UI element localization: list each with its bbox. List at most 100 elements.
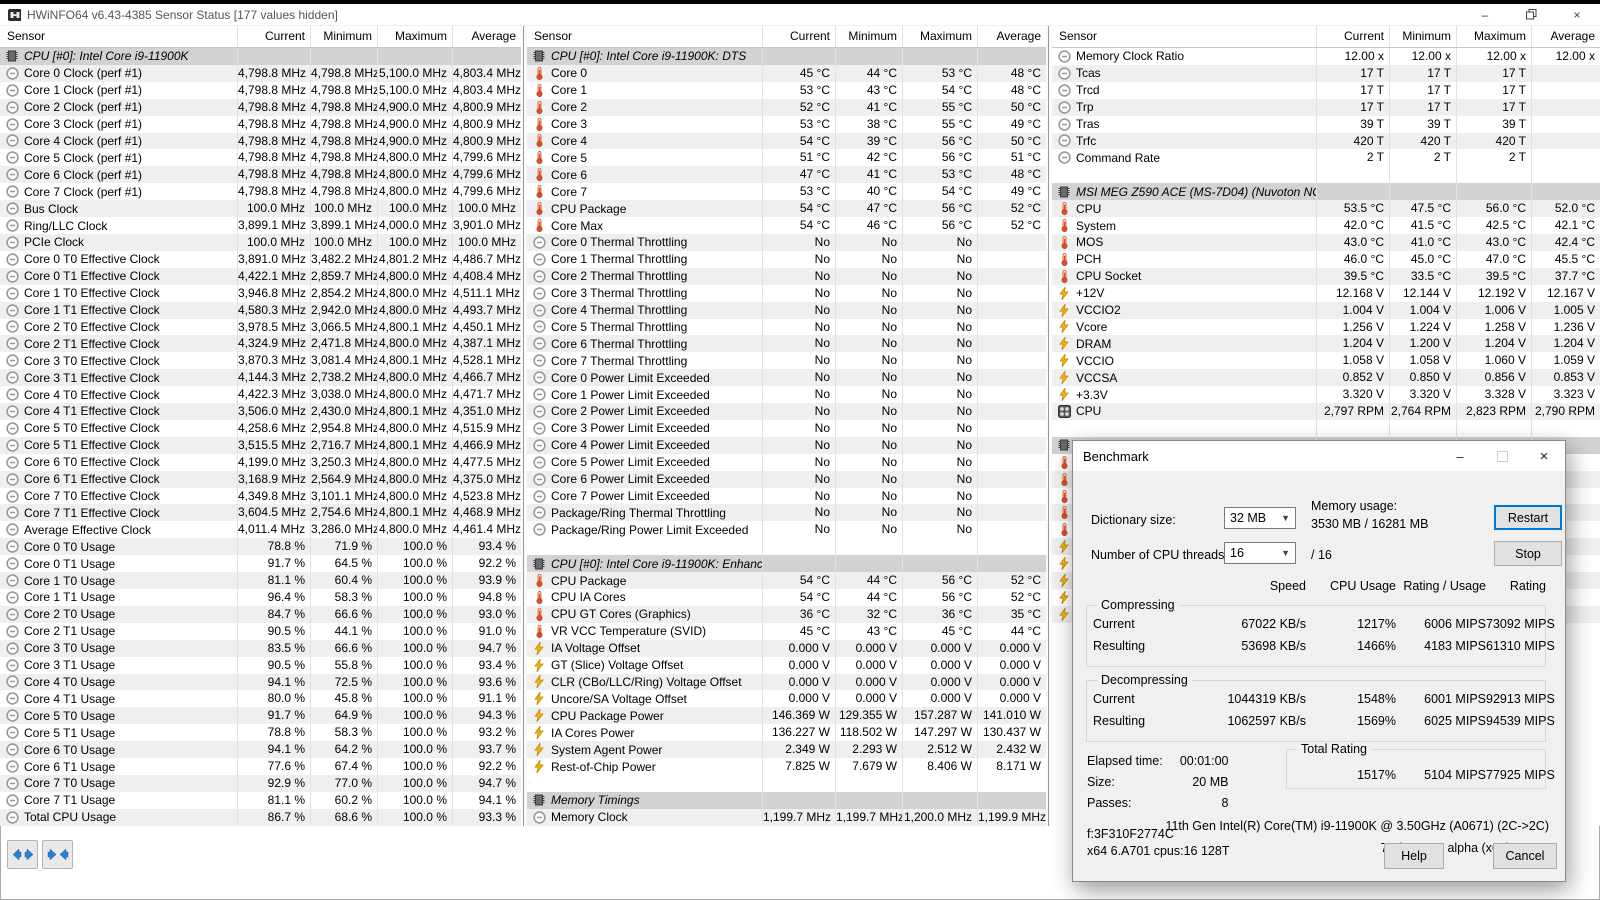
sensor-row[interactable]: Core 1 Thermal Throttling No No No <box>527 250 1046 268</box>
sensor-row[interactable]: CPU IA Cores 54 °C 44 °C 56 °C 52 °C <box>527 589 1046 606</box>
help-button[interactable]: Help <box>1384 843 1444 869</box>
sensor-row[interactable]: Core 5 T0 Usage 91.7 % 64.9 % 100.0 % 94.3 % <box>0 707 521 725</box>
sensor-row[interactable]: Core 7 Power Limit Exceeded No No No <box>527 487 1046 505</box>
benchmark-minimize-button[interactable]: – <box>1439 441 1481 471</box>
sensor-row[interactable]: Core 2 52 °C 41 °C 55 °C 50 °C <box>527 98 1046 116</box>
sensor-group-header[interactable]: CPU [#0]: Intel Core i9-11900K <box>0 48 521 65</box>
sensor-row[interactable]: IA Cores Power 136.227 W 118.502 W 147.297 … <box>527 724 1046 742</box>
header-minimum[interactable]: Minimum <box>310 26 377 47</box>
sensor-row[interactable]: Core 5 T1 Effective Clock 3,515.5 MHz 2,71… <box>0 436 521 454</box>
sensor-row[interactable]: Core 6 T1 Usage 77.6 % 67.4 % 100.0 % 92.2 % <box>0 758 521 775</box>
sensor-row[interactable]: Core 7 53 °C 40 °C 54 °C 49 °C <box>527 183 1046 201</box>
sensor-row[interactable]: Core 3 T1 Usage 90.5 % 55.8 % 100.0 % 93.4 % <box>0 656 521 674</box>
header-average[interactable]: Average <box>452 26 521 47</box>
cancel-button[interactable]: Cancel <box>1493 843 1557 869</box>
restart-button[interactable]: Restart <box>1494 505 1562 530</box>
title-bar[interactable]: HWiNFO64 v6.43-4385 Sensor Status [177 v… <box>0 4 1600 26</box>
sensor-row[interactable]: Core 5 T0 Effective Clock 4,258.6 MHz 2,95… <box>0 419 521 437</box>
header-sensor[interactable]: Sensor <box>527 26 762 47</box>
header-sensor[interactable]: Sensor <box>0 26 237 47</box>
sensor-row[interactable]: PCIe Clock 100.0 MHz 100.0 MHz 100.0 MHz 100… <box>0 233 521 251</box>
sensor-row[interactable]: Core 7 T1 Effective Clock 3,604.5 MHz 2,75… <box>0 504 521 522</box>
benchmark-title-bar[interactable]: Benchmark – × <box>1073 441 1565 471</box>
header-current[interactable]: Current <box>762 26 835 47</box>
stop-button[interactable]: Stop <box>1494 541 1562 566</box>
sensor-row[interactable]: Core 3 Power Limit Exceeded No No No <box>527 419 1046 437</box>
sensor-row[interactable]: Core 0 Clock (perf #1) 4,798.8 MHz 4,798.8… <box>0 64 521 82</box>
sensor-row[interactable]: Total CPU Usage 86.7 % 68.6 % 100.0 % 93.3 % <box>0 808 521 826</box>
sensor-row[interactable]: Core 4 T0 Effective Clock 4,422.3 MHz 3,03… <box>0 386 521 404</box>
sensor-row[interactable]: CLR (CBo/LLC/Ring) Voltage Offset 0.000 V… <box>527 673 1046 691</box>
sensor-row[interactable]: Trcd 17 T 17 T 17 T <box>1052 81 1600 99</box>
sensor-row[interactable]: VCCSA 0.852 V 0.850 V 0.856 V 0.853 V <box>1052 369 1600 387</box>
sensor-row[interactable]: PCH 46.0 °C 45.0 °C 47.0 °C 45.5 °C <box>1052 250 1600 268</box>
sensor-row[interactable]: Memory Clock Ratio 12.00 x 12.00 x 12.00 x1… <box>1052 48 1600 65</box>
sensor-row[interactable]: CPU Package Power 146.369 W 129.355 W 157.2… <box>527 707 1046 725</box>
close-button[interactable]: × <box>1554 4 1600 25</box>
sensor-row[interactable]: Package/Ring Power Limit Exceeded No No No <box>527 521 1046 539</box>
header-maximum[interactable]: Maximum <box>1456 26 1531 47</box>
sensor-row[interactable]: Core 7 Clock (perf #1) 4,798.8 MHz 4,798.8… <box>0 183 521 201</box>
sensor-row[interactable]: System Agent Power 2.349 W 2.293 W 2.512 W2… <box>527 741 1046 759</box>
sensor-group-header[interactable]: MSI MEG Z590 ACE (MS-7D04) (Nuvoton NCT6… <box>1052 183 1600 201</box>
sensor-row[interactable]: Core 2 Power Limit Exceeded No No No <box>527 403 1046 420</box>
sensor-row[interactable]: Core 5 T1 Usage 78.8 % 58.3 % 100.0 % 93.2 % <box>0 724 521 742</box>
sensor-row[interactable]: Core Max 54 °C 46 °C 56 °C 52 °C <box>527 217 1046 234</box>
sensor-row[interactable]: Core 2 T1 Usage 90.5 % 44.1 % 100.0 % 91.0 % <box>0 622 521 640</box>
sensor-row[interactable]: Ring/LLC Clock 3,899.1 MHz 3,899.1 MHz 4,00… <box>0 217 521 234</box>
sensor-row[interactable]: DRAM 1.204 V 1.200 V 1.204 V 1.204 V <box>1052 335 1600 353</box>
sensor-row[interactable]: VR VCC Temperature (SVID) 45 °C 43 °C 45 °C… <box>527 622 1046 640</box>
sensor-row[interactable]: MOS 43.0 °C 41.0 °C 43.0 °C 42.4 °C <box>1052 233 1600 251</box>
sensor-row[interactable]: Core 3 Thermal Throttling No No No <box>527 284 1046 302</box>
sensor-row[interactable]: Core 1 T0 Effective Clock 3,946.8 MHz 2,85… <box>0 284 521 302</box>
sensor-group-header[interactable]: CPU [#0]: Intel Core i9-11900K: DTS <box>527 48 1046 65</box>
sensor-row[interactable]: Core 6 Power Limit Exceeded No No No <box>527 470 1046 488</box>
sensor-row[interactable]: Average Effective Clock 4,011.4 MHz 3,286.… <box>0 521 521 539</box>
sensor-row[interactable]: Command Rate 2 T2 T2 T <box>1052 149 1600 167</box>
sensor-row[interactable]: Tras 39 T 39 T 39 T <box>1052 115 1600 133</box>
sensor-row[interactable]: Core 5 51 °C 42 °C 56 °C 51 °C <box>527 149 1046 167</box>
header-maximum[interactable]: Maximum <box>902 26 977 47</box>
sensor-row[interactable]: Core 1 53 °C 43 °C 54 °C 48 °C <box>527 81 1046 99</box>
sensor-row[interactable]: Core 6 T0 Usage 94.1 % 64.2 % 100.0 % 93.7 % <box>0 741 521 759</box>
sensor-row[interactable]: Rest-of-Chip Power 7.825 W 7.679 W 8.406 W8… <box>527 758 1046 775</box>
sensor-row[interactable]: Core 6 Clock (perf #1) 4,798.8 MHz 4,798.8… <box>0 166 521 184</box>
sensor-group-header[interactable]: Memory Timings <box>527 791 1046 809</box>
sensor-row[interactable]: Core 5 Thermal Throttling No No No <box>527 318 1046 336</box>
sensor-row[interactable]: Core 6 Thermal Throttling No No No <box>527 335 1046 353</box>
sensor-row[interactable]: Core 7 T1 Usage 81.1 % 60.2 % 100.0 % 94.1 % <box>0 791 521 809</box>
sensor-row[interactable]: CPU 2,797 RPM 2,764 RPM 2,823 RPM 2,790 RPM <box>1052 403 1600 420</box>
sensor-row[interactable]: CPU Socket 39.5 °C 33.5 °C 39.5 °C 37.7 °C <box>1052 267 1600 285</box>
sensor-row[interactable]: Core 4 Power Limit Exceeded No No No <box>527 436 1046 454</box>
sensor-row[interactable]: Core 4 Clock (perf #1) 4,798.8 MHz 4,798.8… <box>0 132 521 150</box>
sensor-row[interactable]: CPU GT Cores (Graphics) 36 °C 32 °C 36 °C 35… <box>527 605 1046 623</box>
sensor-row[interactable]: Core 6 T1 Effective Clock 3,168.9 MHz 2,56… <box>0 470 521 488</box>
dictionary-size-select[interactable]: 32 MB ▼ <box>1224 507 1296 529</box>
benchmark-close-button[interactable]: × <box>1523 441 1565 471</box>
sensor-row[interactable]: CPU Package 54 °C 44 °C 56 °C 52 °C <box>527 572 1046 589</box>
header-current[interactable]: Current <box>237 26 310 47</box>
header-maximum[interactable]: Maximum <box>377 26 452 47</box>
sensor-row[interactable]: Bus Clock 100.0 MHz 100.0 MHz 100.0 MHz 100.… <box>0 200 521 218</box>
sensor-row[interactable]: +3.3V 3.320 V 3.320 V 3.328 V 3.323 V <box>1052 386 1600 404</box>
sensor-row[interactable]: GT (Slice) Voltage Offset 0.000 V 0.000 V0… <box>527 656 1046 674</box>
header-current[interactable]: Current <box>1316 26 1389 47</box>
sensor-row[interactable]: Core 6 T0 Effective Clock 4,199.0 MHz 3,25… <box>0 453 521 471</box>
header-minimum[interactable]: Minimum <box>1389 26 1456 47</box>
header-average[interactable]: Average <box>977 26 1046 47</box>
sensor-row[interactable]: Core 4 Thermal Throttling No No No <box>527 301 1046 319</box>
sensor-row[interactable]: Trfc 420 T 420 T 420 T <box>1052 132 1600 150</box>
sensor-row[interactable]: Core 1 T1 Usage 96.4 % 58.3 % 100.0 % 94.8 % <box>0 589 521 606</box>
sensor-row[interactable]: System 42.0 °C 41.5 °C 42.5 °C 42.1 °C <box>1052 217 1600 234</box>
sensor-group-header[interactable]: CPU [#0]: Intel Core i9-11900K: Enhanced <box>527 555 1046 573</box>
sensor-row[interactable]: Core 6 47 °C 41 °C 53 °C 48 °C <box>527 166 1046 184</box>
sensor-row[interactable]: CPU Package 54 °C 47 °C 56 °C 52 °C <box>527 200 1046 218</box>
sensor-row[interactable]: Core 2 Clock (perf #1) 4,798.8 MHz 4,798.8… <box>0 98 521 116</box>
restore-button[interactable] <box>1508 4 1554 25</box>
sensor-row[interactable]: Core 0 Thermal Throttling No No No <box>527 233 1046 251</box>
sensor-row[interactable]: Core 4 T0 Usage 94.1 % 72.5 % 100.0 % 93.6 % <box>0 673 521 691</box>
sensor-row[interactable]: Trp 17 T 17 T 17 T <box>1052 98 1600 116</box>
sensor-row[interactable]: Package/Ring Thermal Throttling No No No <box>527 504 1046 522</box>
sensor-row[interactable]: Core 0 45 °C 44 °C 53 °C 48 °C <box>527 64 1046 82</box>
sensor-row[interactable]: Core 7 T0 Effective Clock 4,349.8 MHz 3,10… <box>0 487 521 505</box>
